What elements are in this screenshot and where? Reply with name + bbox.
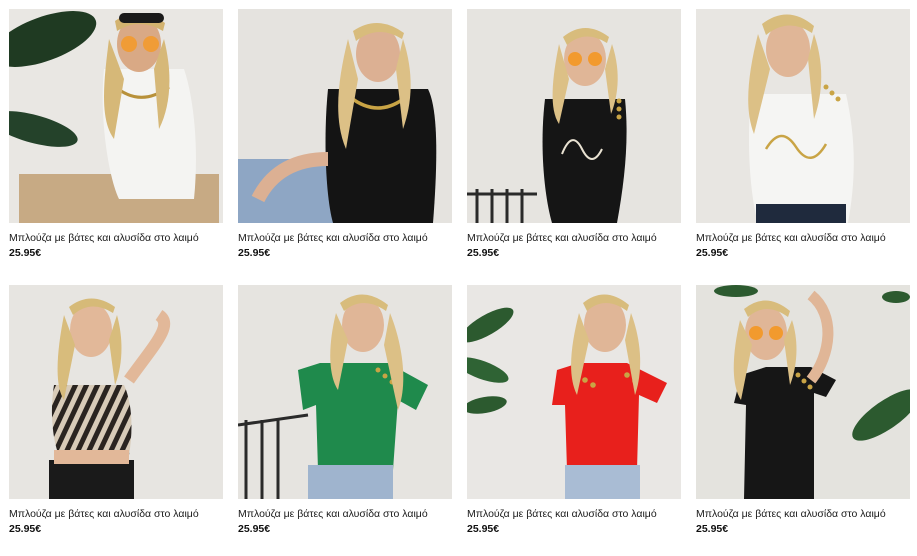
product-grid: Μπλούζα με βάτες και αλυσίδα στο λαιμό 2… <box>9 9 910 536</box>
product-image[interactable] <box>467 285 681 499</box>
product-image[interactable] <box>467 9 681 223</box>
product-name[interactable]: Μπλούζα με βάτες και αλυσίδα στο λαιμό <box>696 232 910 245</box>
product-image[interactable] <box>696 285 910 499</box>
product-card[interactable]: Μπλούζα με βάτες και αλυσίδα στο λαιμό 2… <box>238 285 452 536</box>
product-name[interactable]: Μπλούζα με βάτες και αλυσίδα στο λαιμό <box>238 508 452 521</box>
product-price: 25.95€ <box>9 523 42 535</box>
product-photo-illustration <box>467 9 681 223</box>
product-price: 25.95€ <box>696 247 729 259</box>
product-image[interactable] <box>9 9 223 223</box>
product-photo-illustration <box>696 285 910 499</box>
product-photo-illustration <box>467 285 681 499</box>
product-price: 25.95€ <box>238 523 271 535</box>
product-image[interactable] <box>238 9 452 223</box>
product-price: 25.95€ <box>467 247 500 259</box>
product-name[interactable]: Μπλούζα με βάτες και αλυσίδα στο λαιμό <box>467 232 681 245</box>
product-image[interactable] <box>238 285 452 499</box>
product-name[interactable]: Μπλούζα με βάτες και αλυσίδα στο λαιμό <box>9 508 223 521</box>
product-card[interactable]: Μπλούζα με βάτες και αλυσίδα στο λαιμό 2… <box>9 285 223 536</box>
product-image[interactable] <box>696 9 910 223</box>
product-name[interactable]: Μπλούζα με βάτες και αλυσίδα στο λαιμό <box>238 232 452 245</box>
product-photo-illustration <box>9 9 223 223</box>
product-photo-illustration <box>238 285 452 499</box>
product-price: 25.95€ <box>9 247 42 259</box>
product-price: 25.95€ <box>696 523 729 535</box>
product-card[interactable]: Μπλούζα με βάτες και αλυσίδα στο λαιμό 2… <box>696 9 910 260</box>
product-card[interactable]: Μπλούζα με βάτες και αλυσίδα στο λαιμό 2… <box>696 285 910 536</box>
product-photo-illustration <box>696 9 910 223</box>
product-name[interactable]: Μπλούζα με βάτες και αλυσίδα στο λαιμό <box>9 232 223 245</box>
product-photo-illustration <box>9 285 223 499</box>
product-name[interactable]: Μπλούζα με βάτες και αλυσίδα στο λαιμό <box>696 508 910 521</box>
product-price: 25.95€ <box>467 523 500 535</box>
product-card[interactable]: Μπλούζα με βάτες και αλυσίδα στο λαιμό 2… <box>9 9 223 260</box>
product-name[interactable]: Μπλούζα με βάτες και αλυσίδα στο λαιμό <box>467 508 681 521</box>
product-card[interactable]: Μπλούζα με βάτες και αλυσίδα στο λαιμό 2… <box>238 9 452 260</box>
product-card[interactable]: Μπλούζα με βάτες και αλυσίδα στο λαιμό 2… <box>467 9 681 260</box>
product-price: 25.95€ <box>238 247 271 259</box>
product-card[interactable]: Μπλούζα με βάτες και αλυσίδα στο λαιμό 2… <box>467 285 681 536</box>
product-photo-illustration <box>238 9 452 223</box>
product-image[interactable] <box>9 285 223 499</box>
